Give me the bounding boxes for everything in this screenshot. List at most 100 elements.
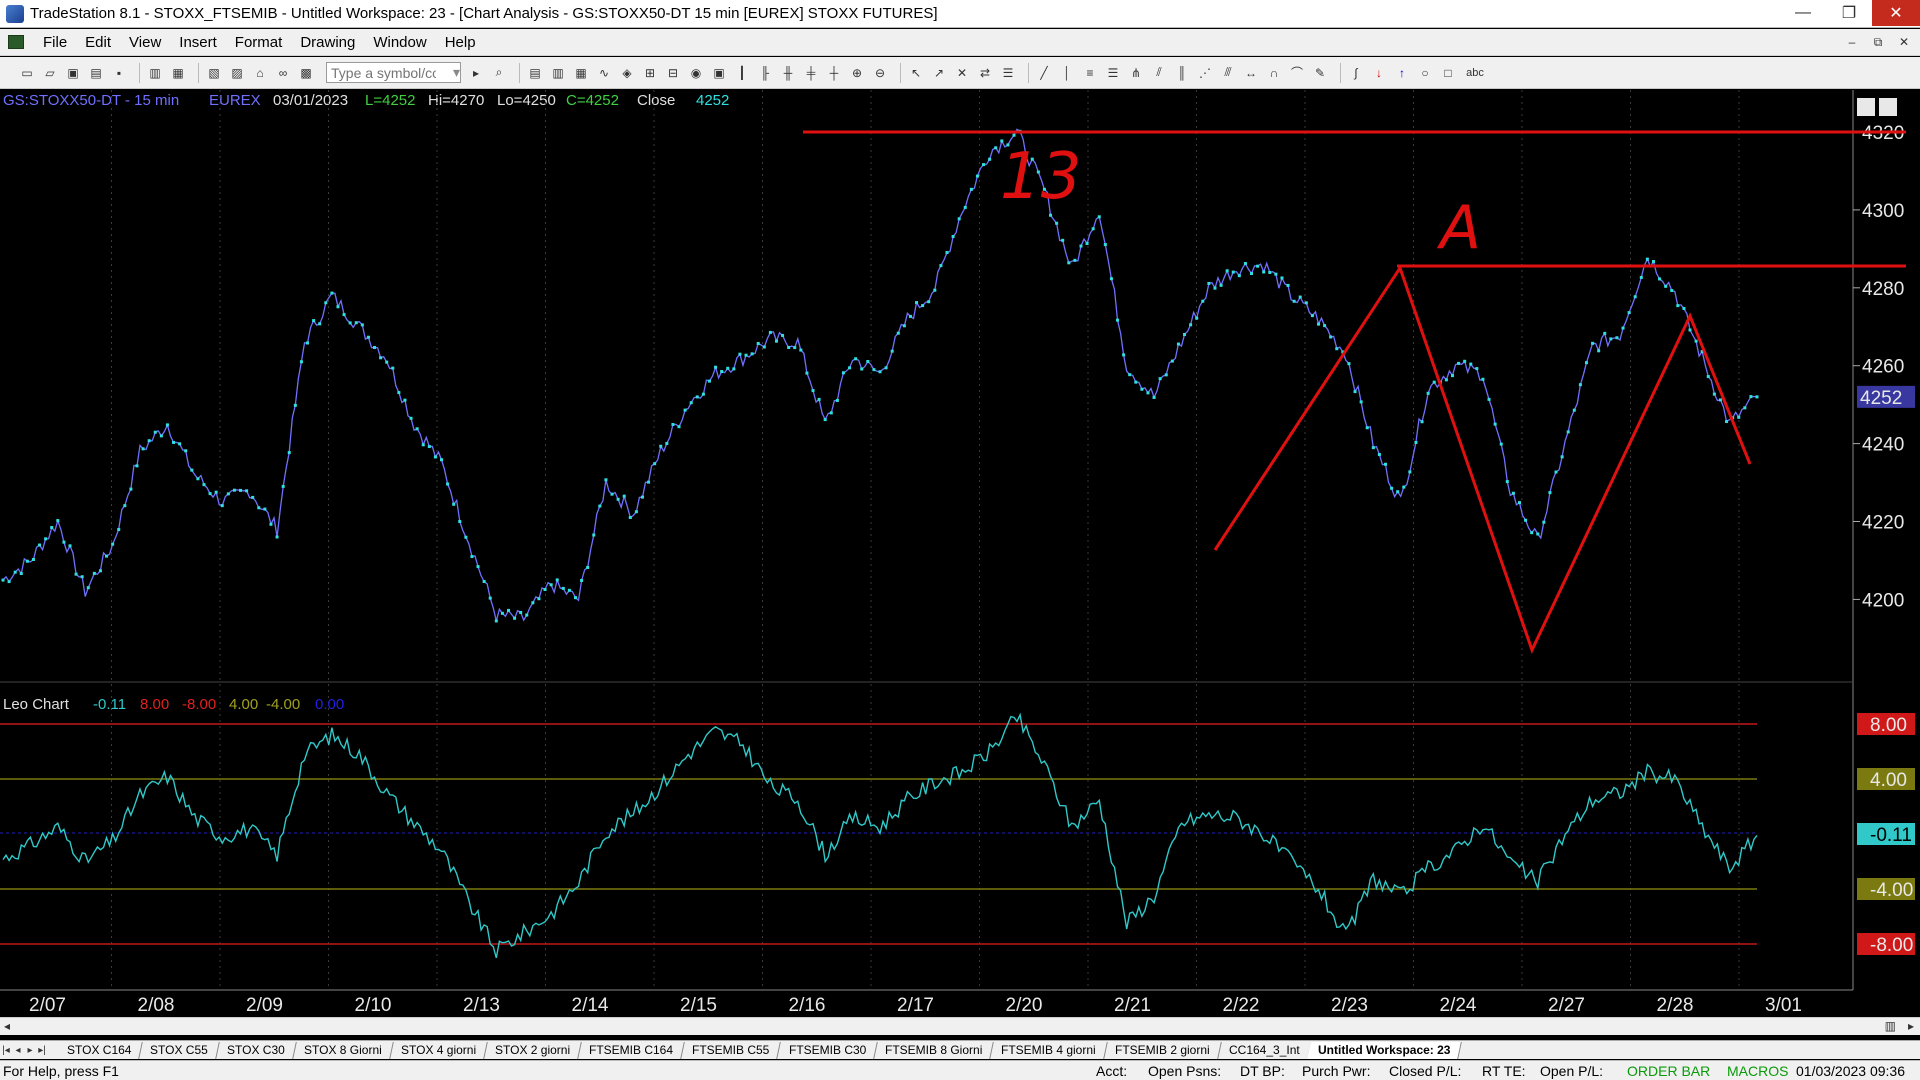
tab-prev-icon[interactable]: ◂ [12, 1045, 24, 1056]
matrix-icon[interactable]: ▣ [710, 64, 728, 82]
window-tile-icon[interactable]: ▨ [228, 64, 246, 82]
close-button[interactable]: ✕ [1872, 0, 1920, 26]
bar-chart-icon[interactable]: ╟ [756, 64, 774, 82]
insert-analysis-icon[interactable]: ⊞ [641, 64, 659, 82]
subchart-restore-button[interactable] [1879, 98, 1897, 116]
menu-format[interactable]: Format [226, 34, 292, 51]
tab-next-icon[interactable]: ▸ [24, 1045, 36, 1056]
format-icon[interactable]: ▩ [297, 64, 315, 82]
tab-last-icon[interactable]: ▸| [36, 1045, 48, 1056]
vertical-line-icon[interactable]: │ [1058, 64, 1076, 82]
horizontal-scrollbar[interactable]: ◂ ▥ ▸ [0, 1017, 1920, 1035]
workspace-tab[interactable]: STOX C164 [56, 1041, 144, 1059]
workspace-tab[interactable]: FTSEMIB 8 Giorni [874, 1041, 995, 1059]
channel-icon[interactable]: ⫽ [1150, 64, 1168, 82]
symbol-input-box[interactable]: ▾ [326, 62, 461, 83]
workspace-tab[interactable]: FTSEMIB C164 [578, 1041, 686, 1059]
gann-fan-icon[interactable]: ⋰ [1196, 64, 1214, 82]
pen-icon[interactable]: ✎ [1311, 64, 1329, 82]
curve-icon[interactable]: ∫ [1347, 64, 1365, 82]
workspace-tab[interactable]: STOX C55 [139, 1041, 221, 1059]
date-axis[interactable]: 2/07 2/08 2/09 2/10 2/13 2/14 2/15 2/16 2/17 2/20… [29, 995, 1802, 1016]
mdi-minimize-button[interactable]: – [1842, 32, 1862, 52]
fib-time-icon[interactable]: ║ [1173, 64, 1191, 82]
workspace-tab[interactable]: STOX 8 Giorni [293, 1041, 394, 1059]
workspace-tab[interactable]: FTSEMIB 2 giorni [1104, 1041, 1222, 1059]
workspace-tab[interactable]: FTSEMIB 4 giorni [990, 1041, 1108, 1059]
play-arrow-icon[interactable]: ▸ [467, 64, 485, 82]
price-axis[interactable]: 43204300428042604240422042004252 [1853, 123, 1915, 611]
menu-insert[interactable]: Insert [170, 34, 226, 51]
candlestick-icon[interactable]: ┃ [733, 64, 751, 82]
workspace-tab[interactable]: FTSEMIB C55 [681, 1041, 782, 1059]
menu-edit[interactable]: Edit [76, 34, 120, 51]
drawing-object-icon[interactable]: ↗ [930, 64, 948, 82]
compress-icon[interactable]: ┼ [825, 64, 843, 82]
pointer-icon[interactable]: ↖ [907, 64, 925, 82]
expand-icon[interactable]: ╪ [802, 64, 820, 82]
trendline-icon[interactable]: ╱ [1035, 64, 1053, 82]
chevron-down-icon[interactable]: ▾ [453, 64, 460, 81]
workspace-tab[interactable]: STOX C30 [216, 1041, 297, 1059]
annotation-a-label[interactable]: A [1436, 193, 1481, 263]
mdi-restore-button[interactable]: ⧉ [1868, 32, 1888, 52]
arrow-horizontal-icon[interactable]: ↔ [1242, 64, 1260, 82]
arc-icon[interactable]: ⌒ [1288, 64, 1306, 82]
workspace-tab[interactable]: Untitled Workspace: 23 [1307, 1041, 1463, 1059]
workspace-tab[interactable]: STOX 4 giorni [390, 1041, 488, 1059]
status-line-icon[interactable]: ▥ [549, 64, 567, 82]
rectangle-icon[interactable]: □ [1439, 64, 1457, 82]
radar-icon[interactable]: ◉ [687, 64, 705, 82]
workspace-tab[interactable]: FTSEMIB C30 [777, 1041, 878, 1059]
zoom-in-icon[interactable]: ⊕ [848, 64, 866, 82]
symbol-lookup-icon[interactable]: ⌕ [490, 64, 508, 82]
strategy-icon[interactable]: ◈ [618, 64, 636, 82]
subchart-minimize-button[interactable] [1857, 98, 1875, 116]
status-order-bar[interactable]: ORDER BAR [1627, 1063, 1710, 1079]
cycle-icon[interactable]: ∩ [1265, 64, 1283, 82]
menu-window[interactable]: Window [364, 34, 435, 51]
menu-help[interactable]: Help [436, 34, 485, 51]
arrow-up-icon[interactable]: ↑ [1393, 64, 1411, 82]
mdi-close-button[interactable]: ✕ [1894, 32, 1914, 52]
bar-style-icon[interactable]: ╫ [779, 64, 797, 82]
status-macros[interactable]: MACROS [1727, 1063, 1788, 1079]
indicator-axis[interactable]: 8.00 4.00 -0.11 -4.00 -8.00 [1857, 713, 1915, 956]
indicator-icon[interactable]: ∿ [595, 64, 613, 82]
fib-icon[interactable]: ☰ [1104, 64, 1122, 82]
andrews-fork-icon[interactable]: ⋔ [1127, 64, 1145, 82]
window-cascade-icon[interactable]: ▧ [205, 64, 223, 82]
chart-grid-icon[interactable]: ▦ [572, 64, 590, 82]
scroll-right-arrow-icon[interactable]: ▸ [1908, 1019, 1914, 1033]
workspace-tab[interactable]: CC164_3_Int [1217, 1041, 1312, 1059]
hand-icon[interactable]: ☰ [999, 64, 1017, 82]
open-workspace-icon[interactable]: ▣ [64, 64, 82, 82]
menu-drawing[interactable]: Drawing [291, 34, 364, 51]
print-preview-icon[interactable]: ▥ [146, 64, 164, 82]
scroll-thumb[interactable]: ▥ [1885, 1019, 1896, 1033]
chart-analysis-window[interactable]: GS:STOXX50-DT - 15 min EUREX 03/01/2023 … [0, 90, 1920, 1025]
print-icon[interactable]: ▦ [169, 64, 187, 82]
open-folder-icon[interactable]: ▱ [41, 64, 59, 82]
tools-icon[interactable]: ✕ [953, 64, 971, 82]
menu-view[interactable]: View [120, 34, 170, 51]
scroll-left-arrow-icon[interactable]: ◂ [4, 1019, 10, 1033]
chart-window-icon[interactable] [8, 35, 24, 49]
horizontal-lines-icon[interactable]: ≡ [1081, 64, 1099, 82]
new-window-icon[interactable]: ▤ [87, 64, 105, 82]
lock-icon[interactable]: ⌂ [251, 64, 269, 82]
chart-data-window-icon[interactable]: ▤ [526, 64, 544, 82]
workspace-tab[interactable]: STOX 2 giorni [484, 1041, 583, 1059]
insert-window-icon[interactable]: ⊟ [664, 64, 682, 82]
order-icon[interactable]: ⇄ [976, 64, 994, 82]
minimize-button[interactable]: — [1780, 0, 1826, 26]
zigzag-trendline[interactable] [1213, 264, 1752, 654]
speed-lines-icon[interactable]: ⫻ [1219, 64, 1237, 82]
symbol-input[interactable] [331, 64, 436, 81]
link-icon[interactable]: ∞ [274, 64, 292, 82]
menu-file[interactable]: File [34, 34, 76, 51]
text-icon[interactable]: abc [1462, 64, 1488, 82]
maximize-button[interactable]: ❐ [1826, 0, 1872, 26]
save-icon[interactable]: ▪ [110, 64, 128, 82]
ellipse-icon[interactable]: ○ [1416, 64, 1434, 82]
